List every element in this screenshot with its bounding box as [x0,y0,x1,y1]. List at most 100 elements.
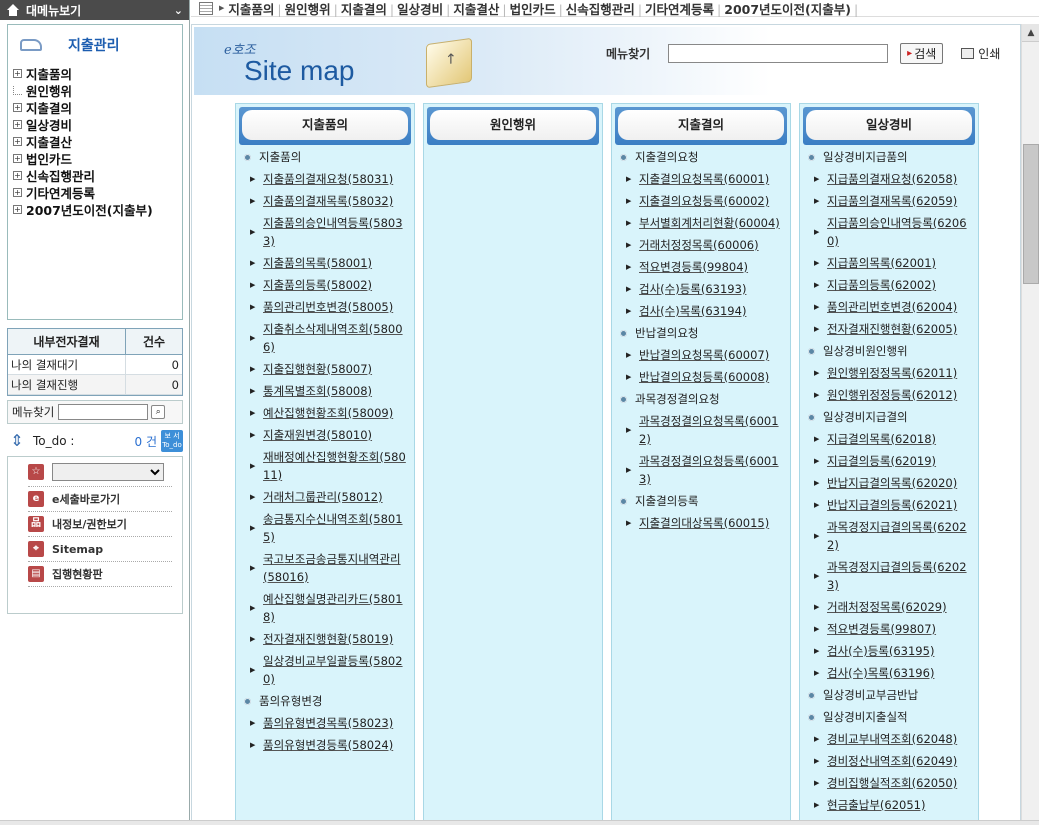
quick-link-myinfo[interactable]: 品 내정보/권한보기 [28,512,172,537]
sitemap-link[interactable]: ▶ 지출품의결재요청(58031) [236,170,414,188]
sitemap-link[interactable]: ▶ 원인행위정정목록(62011) [800,364,978,382]
expand-plus-icon[interactable]: + [13,188,22,197]
top-menu-item[interactable]: 2007년도이전(지출부) [724,2,851,17]
expand-plus-icon[interactable]: + [13,137,22,146]
sitemap-link[interactable]: ▶ 전자결재진행현황(58019) [236,630,414,648]
sitemap-link[interactable]: ▶ 통계목별조회(58008) [236,382,414,400]
sitemap-link[interactable]: ▶ 지급품의등록(62002) [800,276,978,294]
sitemap-link[interactable]: ▶ 일상경비교부일괄등록(58020) [236,652,414,688]
tree-item[interactable]: + 신속집행관리 [8,167,182,184]
sitemap-link[interactable]: ▶ 지급결의등록(62019) [800,452,978,470]
sitemap-link[interactable]: ▶ 지출결의요청등록(60002) [612,192,790,210]
search-icon[interactable]: ⌕ [151,405,166,419]
sitemap-group[interactable]: 일상경비원인행위 [800,342,978,360]
expand-plus-icon[interactable]: + [13,69,22,78]
approval-row[interactable]: 나의 결재진행 0 [8,374,182,395]
sitemap-link[interactable]: ▶ 경비교부내역조회(62048) [800,730,978,748]
sitemap-link[interactable]: ▶ 경비정산내역조회(62049) [800,752,978,770]
expand-plus-icon[interactable]: + [13,205,22,214]
sitemap-link[interactable]: ▶ 반납결의요청목록(60007) [612,346,790,364]
column-header[interactable]: 지출품의 [239,107,411,145]
sitemap-link[interactable]: ▶ 적요변경등록(99807) [800,620,978,638]
sitemap-group[interactable]: 일상경비지출실적 [800,708,978,726]
sitemap-group[interactable]: 지출품의 [236,148,414,166]
sitemap-group[interactable]: 지출결의요청 [612,148,790,166]
print-button[interactable]: 인쇄 [961,45,1000,62]
sitemap-group[interactable]: 과목경정결의요청 [612,390,790,408]
column-header[interactable]: 원인행위 [427,107,599,145]
favorites-select[interactable] [52,462,164,481]
sitemap-link[interactable]: ▶ 지출취소삭제내역조회(58006) [236,320,414,356]
sitemap-link[interactable]: ▶ 검사(수)등록(63193) [612,280,790,298]
sitemap-link[interactable]: ▶ 반납지급결의등록(62021) [800,496,978,514]
sitemap-group[interactable]: 일상경비지급품의 [800,148,978,166]
top-menu-item[interactable]: 지출결의 [341,2,387,17]
sitemap-link[interactable]: ▶ 검사(수)등록(63195) [800,642,978,660]
sitemap-link[interactable]: ▶ 재배정예산집행현황조회(58011) [236,448,414,484]
sitemap-link[interactable]: ▶ 원인행위정정등록(62012) [800,386,978,404]
sitemap-link[interactable]: ▶ 반납결의요청등록(60008) [612,368,790,386]
sitemap-link[interactable]: ▶ 지출결의대상목록(60015) [612,514,790,532]
tree-item[interactable]: + 지출결산 [8,133,182,150]
scrollbar-thumb[interactable] [1023,144,1039,284]
sitemap-link[interactable]: ▶ 지급품의결재목록(62059) [800,192,978,210]
sitemap-link[interactable]: ▶ 송금통지수신내역조회(58015) [236,510,414,546]
sitemap-link[interactable]: ▶ 과목경정결의요청등록(60013) [612,452,790,488]
sitemap-group[interactable]: 품의유형변경 [236,692,414,710]
top-menu-item[interactable]: 신속집행관리 [566,2,635,17]
quick-link-sitemap[interactable]: ⌖ Sitemap [28,537,172,562]
tree-item[interactable]: + 지출품의 [8,65,182,82]
sitemap-link[interactable]: ▶ 지출품의승인내역등록(58033) [236,214,414,250]
quick-link-eseschul[interactable]: e e세출바로가기 [28,487,172,512]
todo-view-button[interactable]: 보 서 To_do [161,430,183,452]
sitemap-link[interactable]: ▶ 지출결의요청목록(60001) [612,170,790,188]
sitemap-link[interactable]: ▶ 지출품의결재목록(58032) [236,192,414,210]
sitemap-link[interactable]: ▶ 예산집행실명관리카드(58018) [236,590,414,626]
scroll-up-icon[interactable]: ▲ [1022,24,1039,42]
expand-plus-icon[interactable]: + [13,120,22,129]
expand-plus-icon[interactable]: + [13,171,22,180]
sidebar-menu-search-input[interactable] [58,404,149,420]
sitemap-link[interactable]: ▶ 지출재원변경(58010) [236,426,414,444]
sitemap-group[interactable]: 일상경비지급결의 [800,408,978,426]
top-menu-item[interactable]: 법인카드 [510,2,556,17]
sitemap-link[interactable]: ▶ 과목경정지급결의등록(62023) [800,558,978,594]
top-menu-item[interactable]: 일상경비 [397,2,443,17]
sitemap-link[interactable]: ▶ 지급품의목록(62001) [800,254,978,272]
column-header[interactable]: 지출결의 [615,107,787,145]
todo-count[interactable]: 0 건 [135,433,158,450]
sitemap-link[interactable]: ▶ 품의유형변경등록(58024) [236,736,414,754]
tree-item[interactable]: + 법인카드 [8,150,182,167]
sitemap-link[interactable]: ▶ 지급결의목록(62018) [800,430,978,448]
top-menu-item[interactable]: 원인행위 [285,2,331,17]
sitemap-link[interactable]: ▶ 거래처그룹관리(58012) [236,488,414,506]
sitemap-link[interactable]: ▶ 지급품의결재요청(62058) [800,170,978,188]
tree-item[interactable]: + 일상경비 [8,116,182,133]
search-button[interactable]: 검색 [900,43,944,64]
sitemap-link[interactable]: ▶ 지출품의목록(58001) [236,254,414,272]
sitemap-link[interactable]: ▶ 지급품의승인내역등록(62060) [800,214,978,250]
column-header[interactable]: 일상경비 [803,107,975,145]
expand-plus-icon[interactable]: + [13,154,22,163]
sitemap-link[interactable]: ▶ 과목경정결의요청목록(60012) [612,412,790,448]
tree-item[interactable]: 원인행위 [8,82,182,99]
sitemap-link[interactable]: ▶ 과목경정지급결의목록(62022) [800,518,978,554]
vertical-scrollbar[interactable]: ▲ [1021,24,1039,825]
sitemap-group[interactable]: 일상경비교부금반납 [800,686,978,704]
sitemap-link[interactable]: ▶ 현금출납부(62051) [800,796,978,814]
sitemap-link[interactable]: ▶ 검사(수)목록(63194) [612,302,790,320]
sitemap-group[interactable]: 반납결의요청 [612,324,790,342]
sitemap-link[interactable]: ▶ 품의관리번호변경(62004) [800,298,978,316]
sitemap-link[interactable]: ▶ 지출품의등록(58002) [236,276,414,294]
tree-item[interactable]: + 지출결의 [8,99,182,116]
main-menu-toggle[interactable]: 대메뉴보기 ⌄ [0,0,189,20]
top-menu-item[interactable]: 지출품의 [228,2,274,17]
top-menu-item[interactable]: 지출결산 [453,2,499,17]
sitemap-link[interactable]: ▶ 품의관리번호변경(58005) [236,298,414,316]
sitemap-link[interactable]: ▶ 전자결재진행현황(62005) [800,320,978,338]
tree-item[interactable]: + 기타연계등록 [8,184,182,201]
sitemap-group[interactable]: 지출결의등록 [612,492,790,510]
top-menu-item[interactable]: 기타연계등록 [645,2,714,17]
sitemap-link[interactable]: ▶ 거래처정정목록(60006) [612,236,790,254]
tree-item[interactable]: +2007년도이전(지출부) [8,201,182,218]
